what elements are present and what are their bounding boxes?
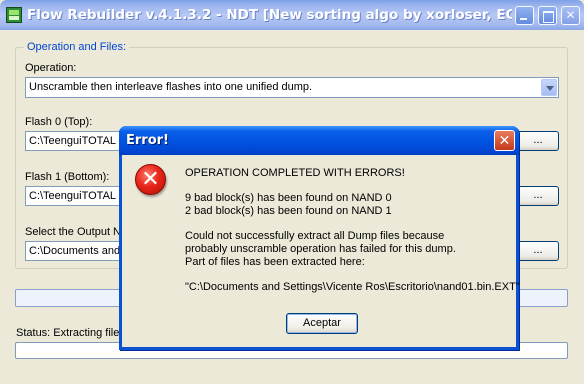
output-browse-button[interactable]: ...: [517, 241, 559, 261]
dialog-title: Error!: [126, 133, 169, 148]
app-icon: [6, 7, 22, 23]
dialog-close-icon[interactable]: ✕: [494, 130, 515, 151]
flash0-browse-button[interactable]: ...: [517, 131, 559, 151]
maximize-icon[interactable]: [538, 6, 557, 25]
flash1-input[interactable]: C:\TeenguiTOTAL: [25, 186, 120, 206]
status-label: Status: Extracting files: [16, 327, 125, 339]
operation-select-value: Unscramble then interleave flashes into …: [29, 81, 313, 93]
accept-button[interactable]: Aceptar: [286, 313, 358, 334]
flash0-label: Flash 0 (Top):: [25, 116, 93, 128]
dialog-message-line: Part of files has been extracted here:: [185, 256, 365, 268]
flash1-label: Flash 1 (Bottom):: [25, 171, 110, 183]
flash0-input[interactable]: C:\TeenguiTOTAL: [25, 131, 120, 151]
flash1-browse-button[interactable]: ...: [517, 186, 559, 206]
minimize-icon[interactable]: [515, 6, 534, 25]
dialog-message-heading: OPERATION COMPLETED WITH ERRORS!: [185, 167, 405, 179]
operation-label: Operation:: [25, 62, 77, 74]
dialog-message-line: Could not successfully extract all Dump …: [185, 230, 445, 242]
output-label: Select the Output N: [25, 226, 121, 238]
group-title: Operation and Files:: [24, 41, 130, 53]
chevron-down-icon[interactable]: [541, 79, 557, 96]
dialog-message-path: "C:\Documents and Settings\Vicente Ros\E…: [185, 281, 520, 293]
dialog-message-line: 9 bad block(s) has been found on NAND 0: [185, 192, 392, 204]
output-input[interactable]: C:\Documents and: [25, 241, 120, 261]
main-titlebar[interactable]: Flow Rebuilder v.4.1.3.2 - NDT [New sort…: [0, 0, 584, 30]
dialog-message-line: 2 bad block(s) has been found on NAND 1: [185, 205, 392, 217]
dialog-message-line: probably unscramble operation has failed…: [185, 243, 456, 255]
dialog-titlebar[interactable]: Error! ✕: [119, 126, 519, 155]
close-icon[interactable]: ✕: [561, 6, 580, 25]
operation-select[interactable]: Unscramble then interleave flashes into …: [25, 77, 559, 98]
error-icon: ✕: [135, 164, 166, 195]
window-title: Flow Rebuilder v.4.1.3.2 - NDT [New sort…: [27, 7, 512, 23]
dialog-body: ✕ OPERATION COMPLETED WITH ERRORS! 9 bad…: [122, 155, 520, 347]
error-dialog: Error! ✕ ✕ OPERATION COMPLETED WITH ERRO…: [119, 126, 520, 350]
